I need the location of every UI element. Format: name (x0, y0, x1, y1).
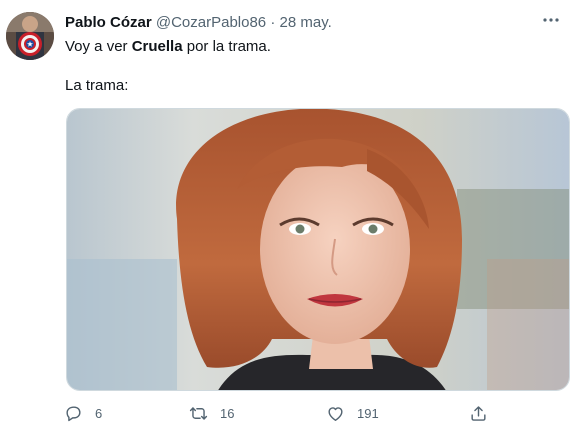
separator-dot: · (270, 14, 276, 31)
reply-icon (66, 405, 81, 421)
author-handle[interactable]: @CozarPablo86 (156, 14, 266, 31)
like-icon (328, 406, 343, 421)
share-button[interactable] (469, 398, 488, 428)
tweet-header: Pablo Cózar @CozarPablo86 · 28 may. (65, 14, 332, 31)
like-button[interactable]: 191 (326, 398, 379, 428)
tweet-text-after: por la trama. (182, 38, 271, 55)
tweet-text-before: Voy a ver (65, 38, 132, 55)
tweet-text-line-2: La trama: (65, 77, 129, 94)
avatar[interactable] (6, 12, 54, 60)
more-icon[interactable] (541, 10, 561, 30)
reply-count: 6 (95, 405, 103, 421)
tweet[interactable]: Pablo Cózar @CozarPablo86 · 28 may. Voy … (0, 0, 577, 439)
tweet-text-bold: Cruella (131, 38, 183, 55)
tweet-actions: 6 16 191 (64, 398, 494, 428)
share-icon (471, 405, 486, 421)
author-name[interactable]: Pablo Cózar (65, 14, 152, 31)
retweet-icon (189, 406, 208, 420)
tweet-date[interactable]: 28 may. (280, 14, 332, 31)
tweet-text-line-1: Voy a ver Cruella por la trama. (65, 38, 271, 55)
retweet-count: 16 (220, 405, 235, 421)
tweet-media-photo[interactable] (66, 108, 570, 391)
like-count: 191 (357, 405, 379, 421)
retweet-button[interactable]: 16 (189, 398, 234, 428)
reply-button[interactable]: 6 (64, 398, 102, 428)
